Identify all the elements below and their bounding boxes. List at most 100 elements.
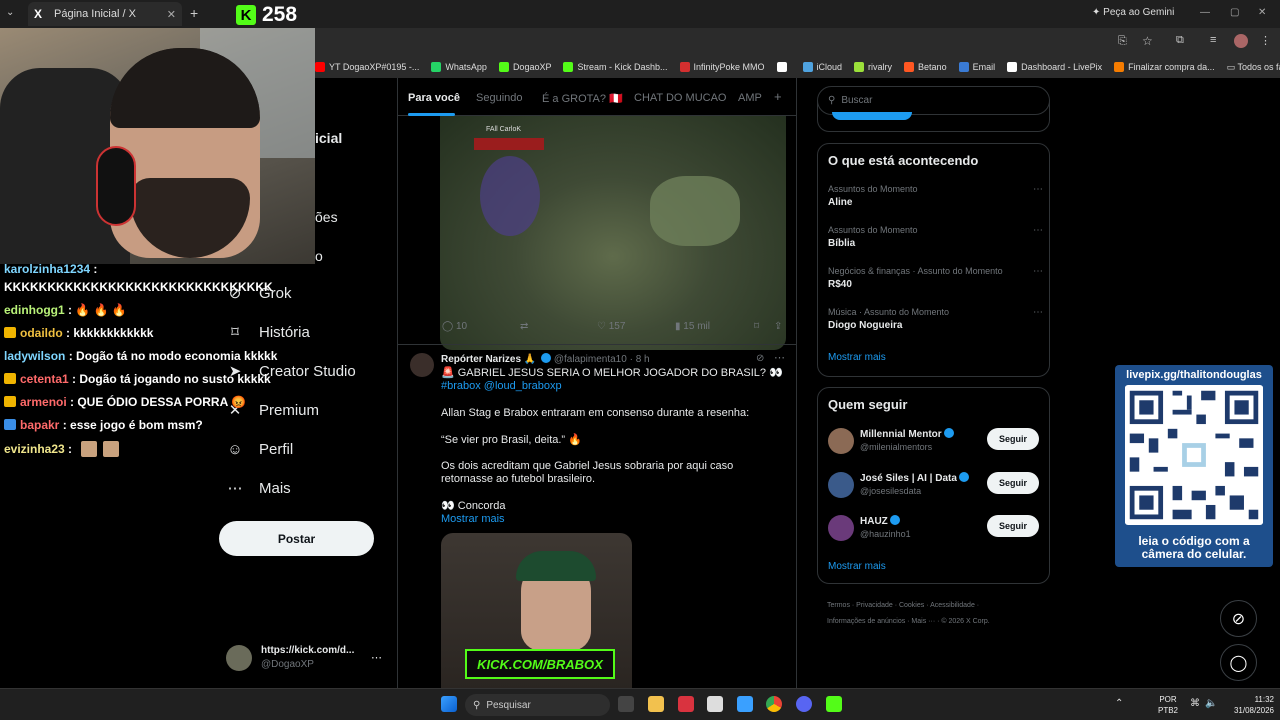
follow-name[interactable]: HAUZ (860, 516, 888, 527)
more-icon[interactable]: ⋯ (1033, 225, 1043, 236)
tweet-image[interactable]: KICK.COM/BRABOX (441, 533, 632, 689)
bookmark-item[interactable]: Email (958, 62, 995, 72)
tweet-game-video[interactable]: FAll CarloK (440, 116, 786, 350)
tab-grota[interactable]: É a GROTA? 🇵🇪 (542, 92, 623, 105)
show-more-link[interactable]: Mostrar mais (441, 513, 786, 526)
minimize-icon[interactable]: — (1200, 7, 1210, 18)
tweet[interactable]: Repórter Narizes 🙏 @falapimenta10 · 8 h … (398, 344, 796, 689)
app-tools-icon[interactable] (707, 696, 723, 712)
share-action[interactable]: ⇪ (774, 321, 782, 332)
task-view-icon[interactable] (618, 696, 634, 712)
more-icon[interactable]: ⋯ (371, 651, 382, 664)
network-icon[interactable]: ⌘ (1190, 698, 1200, 709)
chrome-icon[interactable] (766, 696, 782, 712)
tweet-author[interactable]: Repórter Narizes 🙏 (441, 354, 536, 365)
close-icon[interactable]: ✕ (167, 8, 176, 21)
kebab-menu-icon[interactable]: ⋮ (1260, 34, 1271, 47)
tab-home-x[interactable]: X Página Inicial / X ✕ (28, 2, 182, 26)
follow-button[interactable]: Seguir (987, 428, 1039, 450)
app-red-icon[interactable] (678, 696, 694, 712)
file-explorer-icon[interactable] (648, 696, 664, 712)
account-switcher[interactable]: https://kick.com/d... @DogaoXP ⋯ (226, 643, 386, 673)
more-icon[interactable]: ⋯ (1033, 266, 1043, 277)
follow-button[interactable]: Seguir (987, 472, 1039, 494)
tweet-tags[interactable]: #brabox @loud_braboxp (441, 380, 786, 393)
bookmark-item[interactable]: Betano (904, 62, 947, 72)
bookmark-item[interactable] (776, 62, 791, 72)
follow-suggestion[interactable]: HAUZ @hauzinho1 Seguir (828, 513, 1043, 543)
follow-suggestion[interactable]: José Siles | AI | Data @josesilesdata Segu… (828, 470, 1043, 500)
chevron-up-icon[interactable]: ⌃ (1115, 698, 1123, 709)
windows-start-icon[interactable] (441, 696, 457, 712)
tab-following[interactable]: Seguindo (476, 92, 523, 104)
follow-suggestion[interactable]: Millennial Mentor @milenialmentors Seguir (828, 426, 1043, 456)
tab-search-icon[interactable]: ⌄ (6, 7, 14, 18)
new-tab-icon[interactable]: + (190, 5, 198, 21)
more-icon[interactable]: ⋯ (774, 351, 785, 364)
kick-app-icon[interactable] (826, 696, 842, 712)
reply-action[interactable]: ◯ 10 (442, 321, 467, 332)
footer-line-1[interactable]: Termos · Privacidade · Cookies · Acessib… (827, 598, 1047, 614)
messages-icon[interactable]: ◯ (1220, 644, 1257, 681)
bookmark-item[interactable]: rivalry (854, 62, 892, 72)
retweet-action[interactable]: ⇄ (520, 321, 528, 332)
maximize-icon[interactable]: ▢ (1230, 7, 1239, 18)
system-clock[interactable]: 11:32 31/08/2026 (1222, 694, 1274, 716)
trend-item[interactable]: Assuntos do Momento Aline ⋯ (828, 184, 1043, 208)
bookmark-item[interactable]: InfinityPoke MMO (679, 62, 765, 72)
previous-panel-button[interactable] (832, 112, 912, 120)
avatar[interactable] (410, 353, 434, 377)
all-bookmarks-folder[interactable]: ▭ Todos os favoritos (1227, 62, 1280, 73)
bookmark-item[interactable]: DogaoXP (498, 62, 551, 72)
follow-show-more[interactable]: Mostrar mais (828, 561, 886, 572)
grok-icon[interactable]: ⊘ (756, 353, 764, 364)
extensions-icon[interactable]: ⧉ (1176, 34, 1184, 47)
app-blue-icon[interactable] (737, 696, 753, 712)
bookmark-action[interactable]: ⌑ (754, 321, 759, 332)
nav-item-perfil[interactable]: ☺ Perfil (226, 440, 293, 458)
post-button[interactable]: Postar (219, 521, 374, 556)
follow-button[interactable]: Seguir (987, 515, 1039, 537)
browser-profile-avatar[interactable] (1234, 34, 1248, 48)
taskbar-search-input[interactable]: ⚲ Pesquisar (465, 694, 610, 716)
tab-amp[interactable]: AMP (738, 92, 762, 104)
language-indicator[interactable]: POR PTB2 (1158, 694, 1178, 716)
more-icon[interactable]: ⋯ (1033, 184, 1043, 195)
tab-for-you[interactable]: Para você (408, 92, 460, 104)
menu-list-icon[interactable]: ≡ (1210, 34, 1216, 46)
nav-messages-partial[interactable]: o (315, 248, 323, 264)
bookmark-item[interactable]: Finalizar compra da... (1114, 62, 1215, 72)
follow-name[interactable]: José Siles | AI | Data (860, 473, 957, 484)
gemini-button[interactable]: ✦ Peça ao Gemini (1092, 7, 1174, 18)
tab-chat-do-mucao[interactable]: CHAT DO MUCAO (634, 92, 727, 104)
trend-item[interactable]: Assuntos do Momento Bíblia ⋯ (828, 225, 1043, 249)
tab-add-icon[interactable]: + (774, 89, 782, 104)
bookmark-item[interactable]: iCloud (802, 62, 842, 72)
footer-line-2[interactable]: Informações de anúncios · Mais ··· · © 2… (827, 614, 1047, 630)
trend-item[interactable]: Música · Assunto do Momento Diogo Nogueir… (828, 307, 1043, 331)
like-action[interactable]: ♡ 157 (597, 321, 625, 332)
nav-item-hist-ria[interactable]: ⌑ História (226, 323, 310, 342)
volume-icon[interactable]: 🔈 (1205, 698, 1217, 709)
trends-show-more[interactable]: Mostrar mais (828, 352, 886, 363)
discord-icon[interactable] (796, 696, 812, 712)
bookmark-item[interactable]: Stream - Kick Dashb... (563, 62, 668, 72)
avatar[interactable] (828, 515, 854, 541)
qr-caption-line2: câmera do celular. (1141, 547, 1247, 561)
views-action[interactable]: ▮ 15 mil (675, 321, 710, 332)
avatar[interactable] (828, 472, 854, 498)
bookmark-item[interactable]: Dashboard - LivePix (1007, 62, 1102, 72)
trend-item[interactable]: Negócios & finanças · Assunto do Momento… (828, 266, 1043, 290)
nav-home-partial[interactable]: icial (315, 130, 342, 146)
follow-name[interactable]: Millennial Mentor (860, 429, 942, 440)
grok-icon[interactable]: ⊘ (1220, 600, 1257, 637)
star-icon[interactable]: ☆ (1142, 34, 1153, 48)
more-icon[interactable]: ⋯ (1033, 307, 1043, 318)
cast-icon[interactable]: ⎘ (1118, 35, 1127, 48)
avatar[interactable] (828, 428, 854, 454)
bookmark-item[interactable]: YT DogaoXP#0195 -... (315, 62, 419, 72)
nav-notifications-partial[interactable]: ões (315, 209, 338, 225)
close-window-icon[interactable]: ✕ (1258, 7, 1266, 18)
nav-item-mais[interactable]: ⋯ Mais (226, 479, 291, 498)
bookmark-item[interactable]: WhatsApp (431, 62, 487, 72)
